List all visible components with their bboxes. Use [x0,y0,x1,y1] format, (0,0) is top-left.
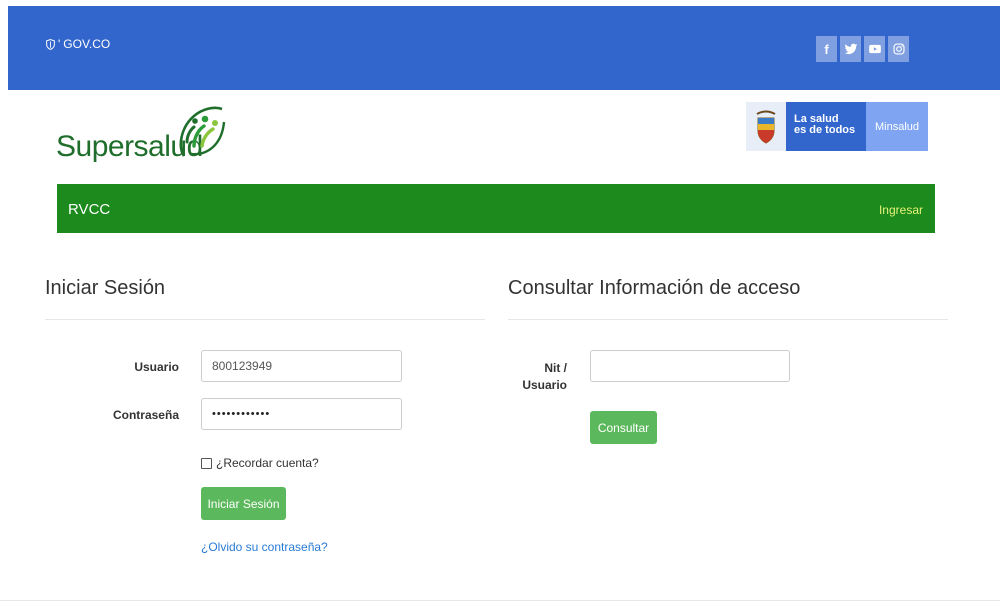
password-label: Contraseña [112,408,179,422]
password-input[interactable]: •••••••••••• [201,398,402,430]
consult-divider [508,319,948,320]
main-navbar: RVCC Ingresar [57,184,935,233]
remember-label: ¿Recordar cuenta? [216,456,319,470]
usuario-label: Usuario [134,360,179,374]
remember-checkbox[interactable] [201,457,212,469]
govco-logo[interactable]: ' GOV.CO [46,37,110,51]
nit-input[interactable] [590,350,790,382]
shield-icon [46,38,55,50]
forgot-password-link[interactable]: ¿Olvido su contraseña? [201,540,328,554]
youtube-icon[interactable] [864,36,885,62]
govco-label: GOV.CO [63,37,111,51]
consult-title: Consultar Información de acceso [508,277,801,299]
nit-label: Nit / Usuario [505,360,567,394]
footer-divider [0,600,1000,601]
govco-apostrophe: ' [58,37,61,51]
top-bar: ' GOV.CO f [8,6,1000,90]
login-divider [45,319,485,320]
twitter-icon[interactable] [840,36,861,62]
slogan: La salud es de todos [786,102,866,151]
social-links: f [816,36,909,62]
slogan-line2: es de todos [794,124,856,136]
ingresar-link[interactable]: Ingresar [879,203,923,217]
login-button[interactable]: Iniciar Sesión [201,487,286,520]
nit-label-line2: Usuario [522,378,567,392]
usuario-input[interactable] [201,350,402,382]
instagram-icon[interactable] [888,36,909,62]
navbar-brand[interactable]: RVCC [68,201,110,218]
ministry-label: Minsalud [866,102,928,151]
gov-badge: La salud es de todos Minsalud [746,102,928,151]
facebook-icon[interactable]: f [816,36,837,62]
remember-account[interactable]: ¿Recordar cuenta? [201,456,319,470]
supersalud-emblem-icon [179,106,226,157]
password-value: •••••••••••• [212,408,271,420]
consult-button[interactable]: Consultar [590,411,657,444]
coat-of-arms-icon [746,102,786,151]
login-title: Iniciar Sesión [45,277,166,299]
nit-label-line1: Nit / [544,361,567,375]
